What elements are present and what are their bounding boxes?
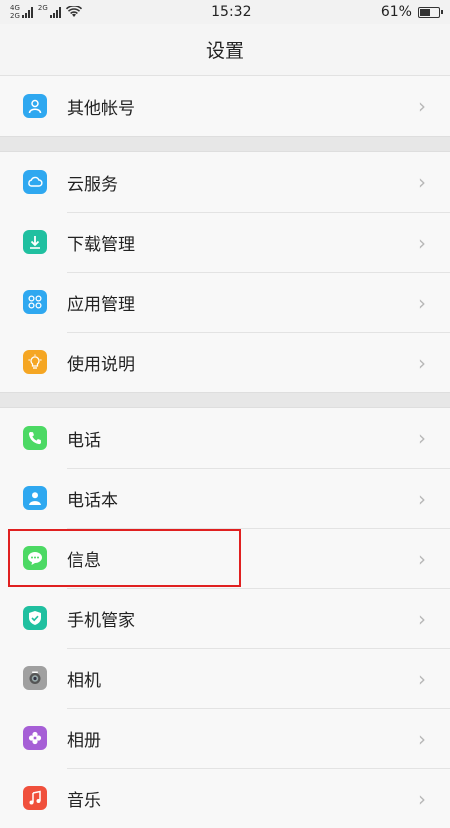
settings-row-label: 信息 (67, 551, 101, 571)
settings-row-label: 应用管理 (67, 295, 135, 315)
settings-row-music[interactable]: 音乐 › (0, 768, 450, 828)
signal-area: 4G 2G 2G (10, 4, 82, 20)
settings-group: 电话 › 电话本 › 信息 › 手机管家 › 相机 › 相册 › 音乐 › (0, 408, 450, 828)
group-separator (0, 136, 450, 152)
settings-row-label: 音乐 (67, 791, 101, 811)
network-type-bottom: 2G (10, 12, 20, 20)
download-icon (23, 230, 47, 254)
cloud-icon (23, 170, 47, 194)
chevron-right-icon: › (418, 546, 426, 571)
chevron-right-icon: › (418, 726, 426, 751)
settings-row-cloud[interactable]: 云服务 › (0, 152, 450, 212)
settings-row-lightbulb[interactable]: 使用说明 › (0, 332, 450, 392)
signal-strength-icon (21, 6, 33, 18)
shield-icon (23, 606, 47, 630)
row-body: 云服务 › (67, 152, 450, 212)
settings-row-gallery[interactable]: 相册 › (0, 708, 450, 768)
settings-row-contacts[interactable]: 电话本 › (0, 468, 450, 528)
chevron-right-icon: › (418, 94, 426, 118)
row-body: 信息 › (67, 528, 450, 588)
page-title: 设置 (0, 24, 450, 76)
network-type-secondary-label: 2G (37, 4, 48, 12)
network-type-top: 4G (10, 4, 20, 12)
chevron-right-icon: › (418, 606, 426, 631)
chevron-right-icon: › (418, 290, 426, 315)
chevron-right-icon: › (418, 350, 426, 375)
row-body: 相机 › (67, 648, 450, 708)
chevron-right-icon: › (418, 666, 426, 691)
settings-list: 其他帐号 › 云服务 › 下载管理 › 应用管理 › 使用说明 › 电话 › 电话本 › 信息 › 手机管家 › 相… (0, 76, 450, 828)
network-type-secondary: 2G (38, 4, 48, 20)
apps-icon (23, 290, 47, 314)
chevron-right-icon: › (418, 786, 426, 811)
chevron-right-icon: › (418, 170, 426, 194)
network-type: 4G 2G (10, 4, 20, 20)
row-body: 音乐 › (67, 768, 450, 828)
clock: 15:32 (211, 4, 252, 20)
chevron-right-icon: › (418, 486, 426, 511)
settings-group: 云服务 › 下载管理 › 应用管理 › 使用说明 › (0, 152, 450, 392)
settings-row-message[interactable]: 信息 › (0, 528, 450, 588)
settings-row-label: 电话 (67, 430, 101, 451)
row-body: 使用说明 › (67, 332, 450, 392)
camera-icon (23, 666, 47, 690)
battery-percent: 61% (380, 4, 412, 20)
settings-row-label: 手机管家 (67, 611, 135, 631)
settings-row-apps[interactable]: 应用管理 › (0, 272, 450, 332)
row-body: 应用管理 › (67, 272, 450, 332)
row-body: 手机管家 › (67, 588, 450, 648)
music-icon (23, 786, 47, 810)
account-icon (23, 94, 47, 118)
settings-row-account[interactable]: 其他帐号 › (0, 76, 450, 136)
signal-strength-secondary-icon (49, 6, 61, 18)
settings-row-label: 其他帐号 (67, 98, 135, 119)
wifi-icon (65, 6, 82, 17)
chevron-right-icon: › (418, 230, 426, 255)
settings-row-label: 下载管理 (67, 235, 135, 255)
row-body: 相册 › (67, 708, 450, 768)
settings-row-label: 相册 (67, 731, 101, 751)
settings-row-shield[interactable]: 手机管家 › (0, 588, 450, 648)
status-bar: 4G 2G 2G 15:32 61% (0, 0, 450, 24)
row-body: 电话本 › (67, 468, 450, 528)
row-body: 电话 › (67, 408, 450, 468)
message-icon (23, 546, 47, 570)
settings-row-label: 使用说明 (67, 355, 135, 375)
settings-row-camera[interactable]: 相机 › (0, 648, 450, 708)
settings-row-download[interactable]: 下载管理 › (0, 212, 450, 272)
lightbulb-icon (23, 350, 47, 374)
row-body: 其他帐号 › (67, 76, 450, 136)
contacts-icon (23, 486, 47, 510)
row-body: 下载管理 › (67, 212, 450, 272)
phone-icon (23, 426, 47, 450)
settings-row-label: 电话本 (67, 491, 118, 511)
chevron-right-icon: › (418, 426, 426, 450)
battery-fill (419, 8, 431, 16)
battery-icon (417, 6, 443, 18)
battery-area: 61% (380, 4, 443, 20)
settings-group: 其他帐号 › (0, 76, 450, 136)
group-separator (0, 392, 450, 408)
gallery-icon (23, 726, 47, 750)
settings-row-phone[interactable]: 电话 › (0, 408, 450, 468)
settings-row-label: 云服务 (67, 174, 118, 195)
settings-row-label: 相机 (67, 671, 101, 691)
